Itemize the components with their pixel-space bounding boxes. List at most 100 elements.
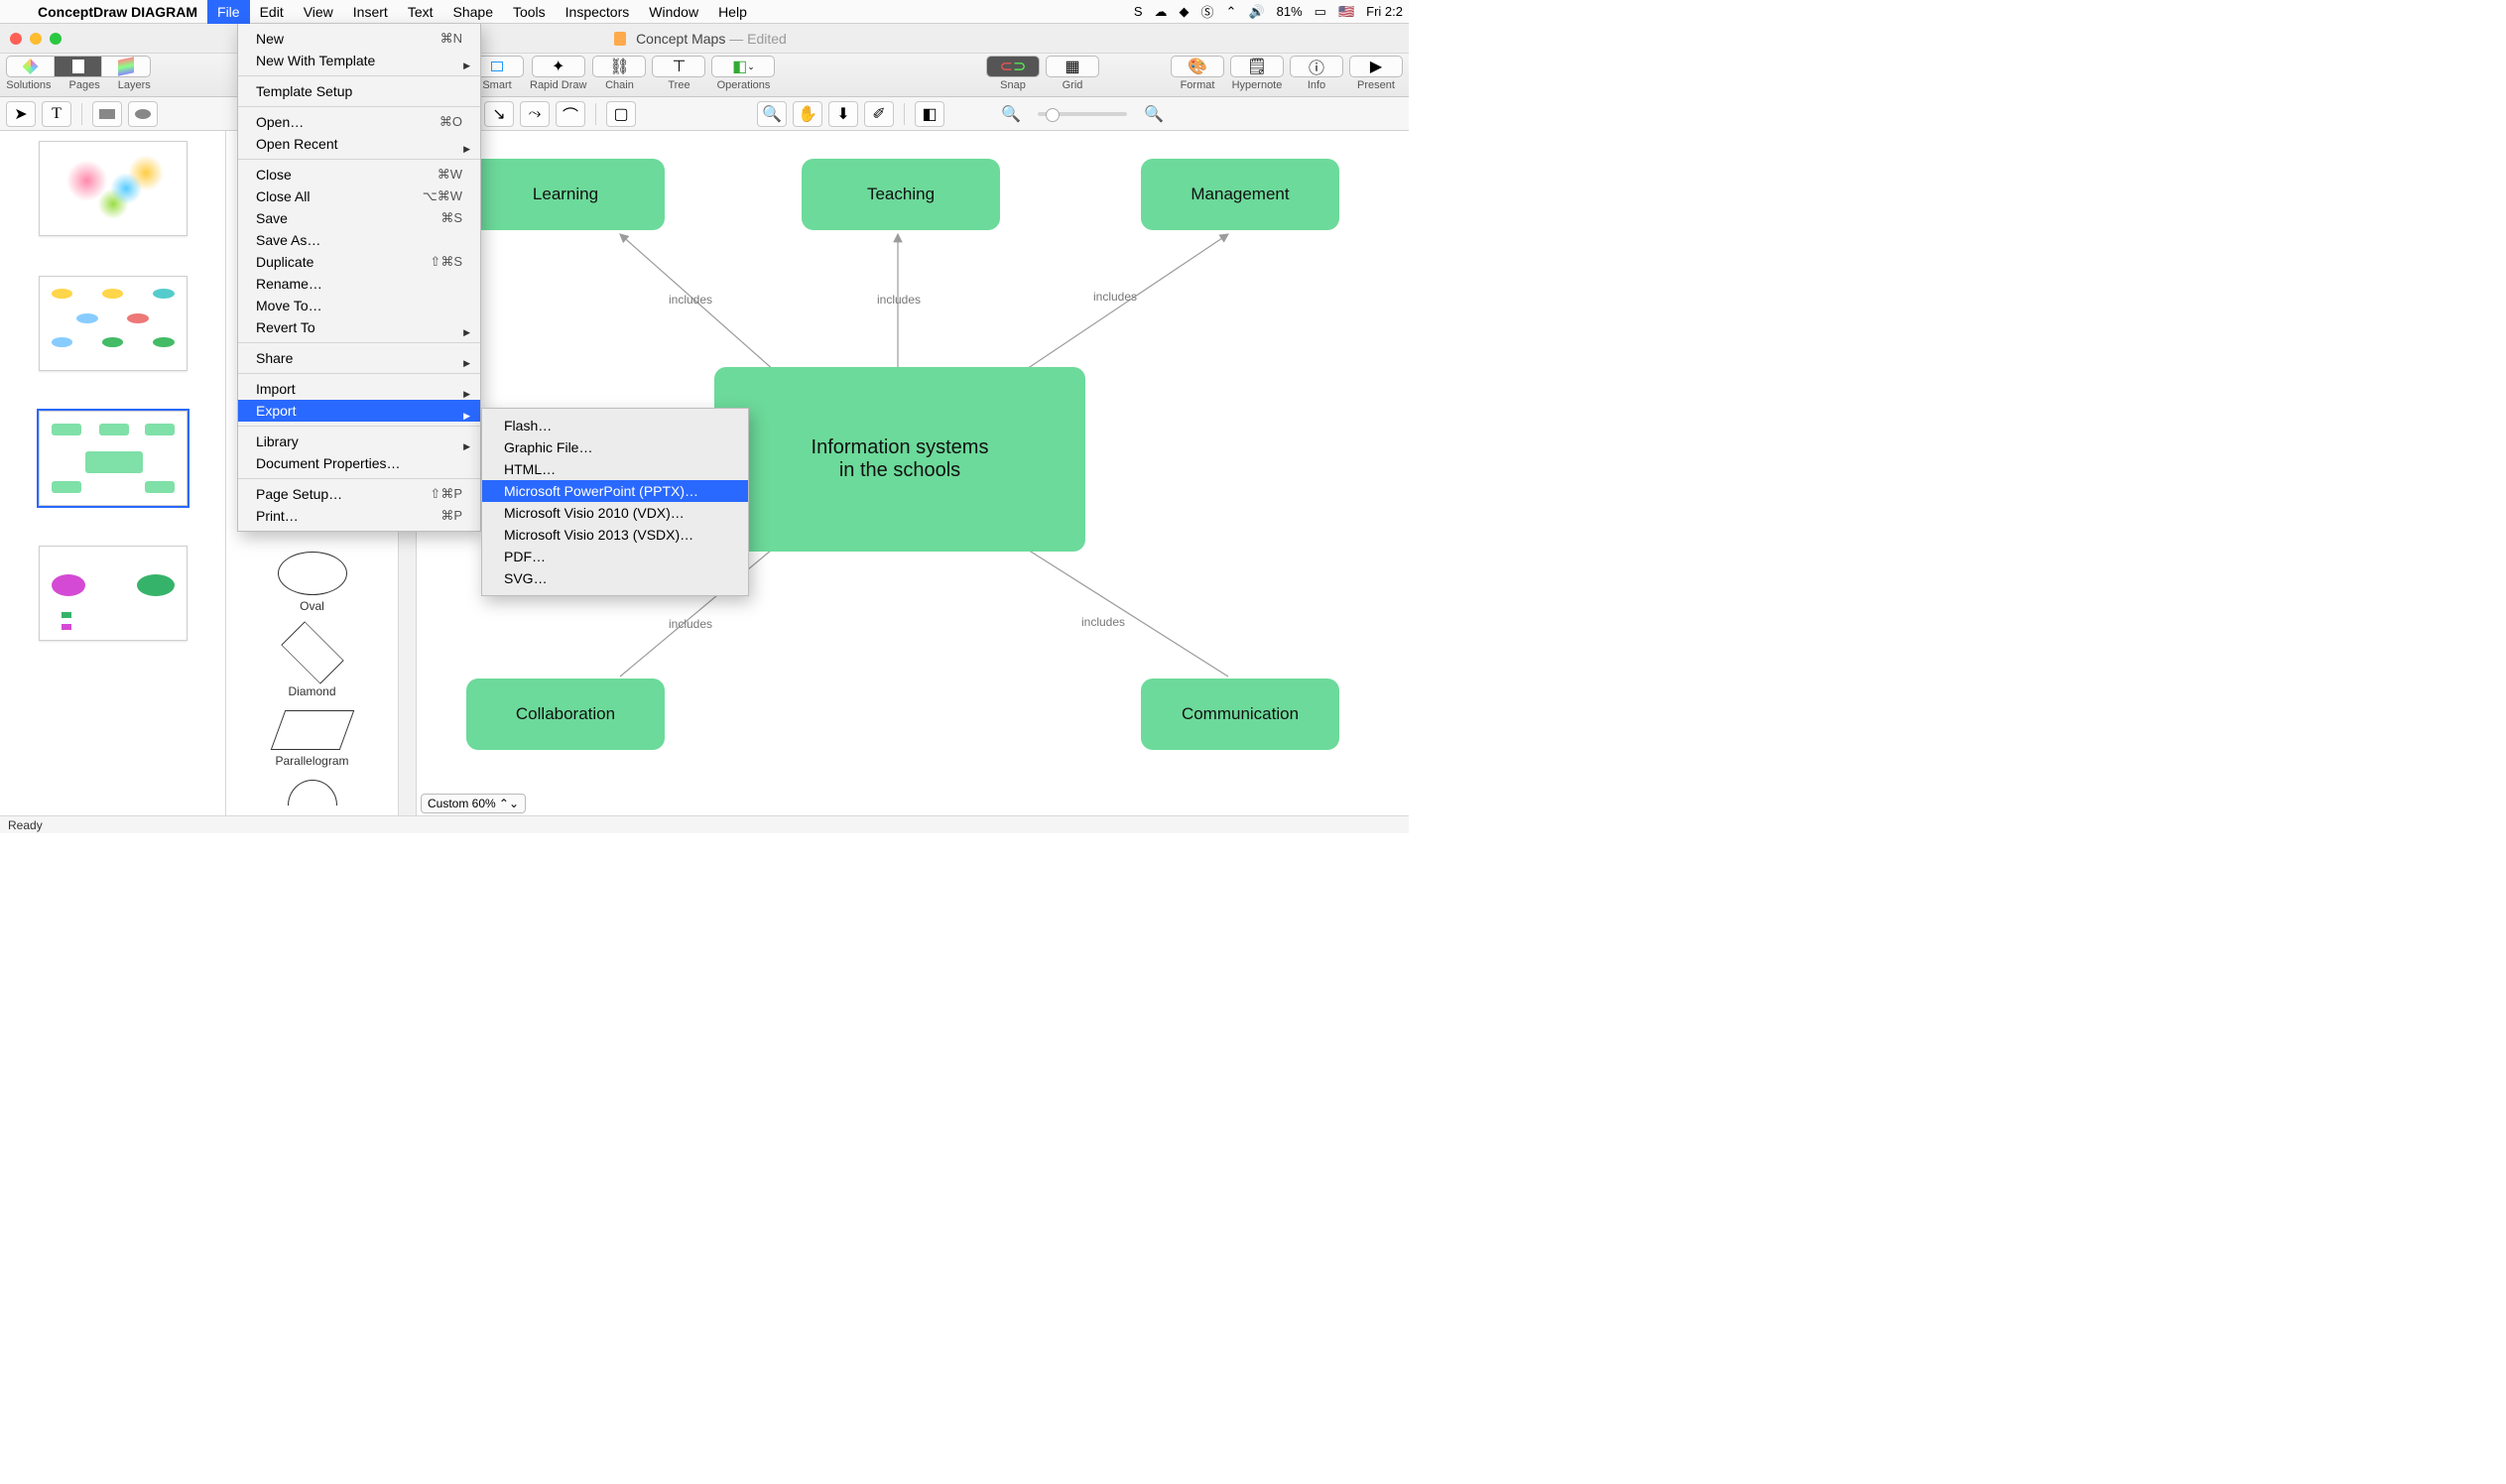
shape-diamond[interactable]: Diamond	[226, 619, 398, 704]
node-management[interactable]: Management	[1141, 159, 1339, 230]
cloud-icon[interactable]: ☁	[1155, 4, 1168, 20]
tree-button[interactable]: ⊤	[653, 57, 704, 76]
note-tool[interactable]: ▢	[606, 101, 636, 127]
file-menu-item[interactable]: New With Template	[238, 50, 480, 71]
shape-parallelogram[interactable]: Parallelogram	[226, 704, 398, 774]
connector-tool[interactable]: ↘	[484, 101, 514, 127]
page-thumbnail[interactable]	[39, 411, 188, 506]
file-menu-item[interactable]: Close All⌥⌘W	[238, 186, 480, 207]
shape-label: Oval	[300, 599, 324, 613]
export-menu-item[interactable]: HTML…	[482, 458, 748, 480]
info-button[interactable]: ⓘ	[1291, 57, 1342, 76]
wifi-icon[interactable]: ⌃	[1226, 4, 1237, 20]
file-menu-item[interactable]: Open…⌘O	[238, 111, 480, 133]
menu-help[interactable]: Help	[708, 0, 757, 24]
export-menu-item[interactable]: SVG…	[482, 567, 748, 589]
file-menu-item[interactable]: Export	[238, 400, 480, 422]
edge-label: includes	[877, 293, 921, 307]
skype-icon[interactable]: Ⓢ	[1201, 2, 1214, 21]
zoom-in-button[interactable]: 🔍	[1139, 101, 1169, 127]
menu-edit[interactable]: Edit	[250, 0, 294, 24]
clock[interactable]: Fri 2:2	[1366, 4, 1403, 19]
rapid-draw-button[interactable]: ✦	[533, 57, 584, 76]
file-menu-item[interactable]: Import	[238, 378, 480, 400]
pointer-tool[interactable]: ➤	[6, 101, 36, 127]
lock-tool[interactable]: ⬇	[828, 101, 858, 127]
menu-text[interactable]: Text	[398, 0, 443, 24]
file-menu-item[interactable]: Open Recent	[238, 133, 480, 155]
file-menu-item[interactable]: Save As…	[238, 229, 480, 251]
menu-view[interactable]: View	[294, 0, 343, 24]
format-button[interactable]: 🎨	[1172, 57, 1223, 76]
menu-file[interactable]: File	[207, 0, 250, 24]
close-window-button[interactable]	[10, 33, 22, 45]
minimize-window-button[interactable]	[30, 33, 42, 45]
file-menu-item[interactable]: Library	[238, 431, 480, 452]
shape-oval[interactable]: Oval	[226, 546, 398, 619]
page-thumbnail[interactable]	[39, 276, 188, 371]
menu-insert[interactable]: Insert	[343, 0, 398, 24]
file-menu-item[interactable]: Page Setup…⇧⌘P	[238, 483, 480, 505]
page-thumbnail[interactable]	[39, 546, 188, 641]
file-menu-item[interactable]: Duplicate⇧⌘S	[238, 251, 480, 273]
node-communication[interactable]: Communication	[1141, 679, 1339, 750]
app-name[interactable]: ConceptDraw DIAGRAM	[28, 4, 207, 20]
file-menu-item[interactable]: Revert To	[238, 316, 480, 338]
snap-button[interactable]: ⊂⊃	[987, 57, 1039, 76]
zoom-out-button[interactable]: 🔍	[996, 101, 1026, 127]
file-menu-item[interactable]: New⌘N	[238, 28, 480, 50]
rect-tool[interactable]	[92, 101, 122, 127]
file-menu-item[interactable]: Save⌘S	[238, 207, 480, 229]
node-learning[interactable]: Learning	[466, 159, 665, 230]
zoom-level-chip[interactable]: Custom 60%⌃⌄	[421, 794, 526, 813]
node-collaboration[interactable]: Collaboration	[466, 679, 665, 750]
edge-label: includes	[1093, 290, 1137, 304]
menu-shape[interactable]: Shape	[443, 0, 503, 24]
layers-button[interactable]	[102, 57, 150, 76]
arc-tool[interactable]: ⌒	[556, 101, 585, 127]
zoom-slider[interactable]	[1038, 112, 1127, 116]
menu-inspectors[interactable]: Inspectors	[556, 0, 640, 24]
file-menu-item[interactable]: Template Setup	[238, 80, 480, 102]
export-menu-item[interactable]: Microsoft Visio 2010 (VDX)…	[482, 502, 748, 524]
operations-button[interactable]: ◧ ⌄	[712, 57, 774, 76]
pages-button[interactable]	[55, 57, 102, 76]
zoom-tool[interactable]: 🔍	[757, 101, 787, 127]
diamond-icon[interactable]: ◆	[1180, 4, 1190, 20]
battery-percent[interactable]: 81%	[1277, 4, 1303, 19]
zoom-window-button[interactable]	[50, 33, 62, 45]
file-menu-item[interactable]: Close⌘W	[238, 164, 480, 186]
shape-label: Parallelogram	[275, 754, 348, 768]
file-menu-item[interactable]: Document Properties…	[238, 452, 480, 474]
ellipse-tool[interactable]	[128, 101, 158, 127]
shape-circle[interactable]	[226, 774, 398, 815]
menu-tools[interactable]: Tools	[503, 0, 556, 24]
text-tool[interactable]: T	[42, 101, 71, 127]
present-button[interactable]: ▶	[1350, 57, 1402, 76]
file-menu-item[interactable]: Print…⌘P	[238, 505, 480, 527]
export-menu-item[interactable]: Microsoft PowerPoint (PPTX)…	[482, 480, 748, 502]
export-menu-item[interactable]: Graphic File…	[482, 436, 748, 458]
file-menu-item[interactable]: Move To…	[238, 295, 480, 316]
volume-icon[interactable]: 🔊	[1248, 4, 1264, 20]
export-menu-item[interactable]: PDF…	[482, 546, 748, 567]
export-menu-item[interactable]: Flash…	[482, 415, 748, 436]
chain-button[interactable]: ⛓	[593, 57, 645, 76]
node-teaching[interactable]: Teaching	[802, 159, 1000, 230]
page-thumbnail[interactable]	[39, 141, 188, 236]
node-center[interactable]: Information systems in the schools	[714, 367, 1085, 552]
solutions-button[interactable]	[7, 57, 55, 76]
eyedropper-tool[interactable]: ✐	[864, 101, 894, 127]
eraser-tool[interactable]: ◧	[915, 101, 944, 127]
flag-icon[interactable]: 🇺🇸	[1338, 4, 1354, 20]
grid-button[interactable]: ▦	[1047, 57, 1098, 76]
app-tray-icon-s[interactable]: S	[1134, 4, 1143, 19]
menu-window[interactable]: Window	[639, 0, 708, 24]
file-menu-item[interactable]: Rename…	[238, 273, 480, 295]
battery-icon[interactable]: ▭	[1315, 4, 1326, 20]
export-menu-item[interactable]: Microsoft Visio 2013 (VSDX)…	[482, 524, 748, 546]
file-menu-item[interactable]: Share	[238, 347, 480, 369]
pan-tool[interactable]: ✋	[793, 101, 822, 127]
smart-connector-tool[interactable]: ⤳	[520, 101, 550, 127]
hypernote-button[interactable]: 🗒	[1231, 57, 1283, 76]
